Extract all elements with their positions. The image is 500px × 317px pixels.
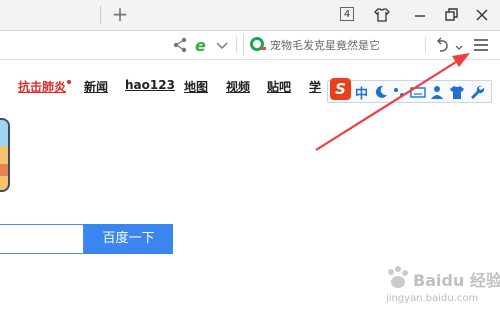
undo-menu-chevron-icon[interactable] xyxy=(450,35,470,55)
divider xyxy=(425,37,426,53)
ime-toolbar[interactable]: S 中 xyxy=(327,78,492,103)
tab-count-button[interactable]: 4 xyxy=(340,7,354,21)
menu-icon[interactable] xyxy=(471,35,491,55)
baidu-search-input[interactable] xyxy=(0,224,84,254)
new-tab-button[interactable]: + xyxy=(110,3,130,25)
address-search-box xyxy=(243,34,415,56)
nav-link-xueshu[interactable]: 学 xyxy=(309,78,321,95)
share-icon[interactable] xyxy=(170,35,190,55)
chevron-down-icon[interactable] xyxy=(212,35,232,55)
user-icon[interactable] xyxy=(429,84,445,100)
sogou-logo-icon[interactable]: S xyxy=(330,78,351,100)
keyboard-icon[interactable] xyxy=(410,84,426,100)
svg-text:e: e xyxy=(195,36,206,55)
tab-strip: + 4 xyxy=(0,0,500,31)
ie-compat-icon[interactable]: e xyxy=(192,35,212,55)
punctuation-icon[interactable] xyxy=(392,84,408,100)
baidu-search-button[interactable]: 百度一下 xyxy=(84,224,173,254)
close-icon[interactable] xyxy=(472,5,492,25)
undo-icon[interactable] xyxy=(432,35,452,55)
nav-link-map[interactable]: 地图 xyxy=(184,78,208,95)
watermark-text: Baidu 经验 xyxy=(413,271,500,290)
nav-link-video[interactable]: 视频 xyxy=(226,78,250,95)
ime-mode-chinese[interactable]: 中 xyxy=(355,83,368,102)
skin-shirt-icon[interactable] xyxy=(449,84,465,100)
doodle-sky xyxy=(0,120,8,146)
toolbar: e xyxy=(0,31,500,60)
nav-link-hao123[interactable]: hao123 xyxy=(125,78,175,92)
watermark-url: jingyan.baidu.com xyxy=(386,293,479,304)
baidu-jingyan-watermark: Baidu 经验 jingyan.baidu.com xyxy=(378,263,500,313)
tab-separator xyxy=(100,6,101,24)
minimize-icon[interactable] xyxy=(410,5,430,25)
skin-icon[interactable] xyxy=(372,5,392,25)
maximize-icon[interactable] xyxy=(441,5,461,25)
paw-icon xyxy=(388,266,408,288)
nav-link-fight-pneumonia[interactable]: 抗击肺炎 xyxy=(18,78,66,95)
doodle-band xyxy=(0,164,8,176)
divider xyxy=(236,37,237,53)
search-engine-icon-tail xyxy=(261,47,266,50)
search-input[interactable] xyxy=(270,36,412,54)
nav-link-tieba[interactable]: 贴吧 xyxy=(267,78,291,95)
nav-link-news[interactable]: 新闻 xyxy=(84,78,108,95)
notification-dot xyxy=(67,80,71,84)
doodle-illustration[interactable] xyxy=(0,118,10,192)
wrench-icon[interactable] xyxy=(469,84,485,100)
moon-icon[interactable] xyxy=(373,84,389,100)
